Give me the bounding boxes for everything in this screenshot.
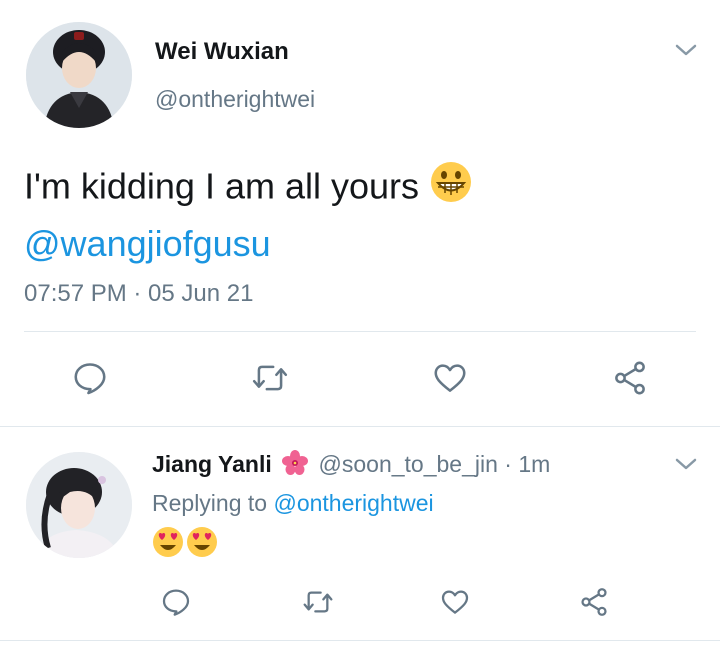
reply-icon bbox=[162, 589, 190, 616]
avatar-image bbox=[26, 22, 132, 128]
like-button[interactable] bbox=[428, 356, 472, 400]
reply-header: Jiang Yanli @soon_to_be_jin · 1m bbox=[152, 450, 550, 482]
like-button[interactable] bbox=[433, 580, 477, 624]
tweet-text: I'm kidding I am all yours @wangjiofgusu bbox=[24, 160, 684, 270]
display-name[interactable]: Wei Wuxian bbox=[155, 38, 289, 66]
relative-time[interactable]: · 1m bbox=[504, 451, 550, 477]
display-name[interactable]: Jiang Yanli bbox=[152, 451, 272, 477]
reply-button[interactable] bbox=[154, 580, 198, 624]
heart-eyes-emoji bbox=[186, 526, 218, 560]
retweet-icon bbox=[252, 365, 288, 391]
like-icon bbox=[434, 364, 466, 392]
share-button[interactable] bbox=[572, 580, 616, 624]
like-icon bbox=[441, 590, 469, 614]
divider bbox=[0, 640, 720, 641]
share-icon bbox=[581, 588, 607, 616]
heart-eyes-emoji bbox=[152, 526, 184, 560]
avatar[interactable] bbox=[26, 452, 132, 558]
replying-to: Replying to @ontherightwei bbox=[152, 490, 434, 517]
mention-link[interactable]: @ontherightwei bbox=[273, 490, 433, 516]
avatar-image bbox=[26, 452, 132, 558]
hibiscus-icon bbox=[282, 450, 309, 482]
divider bbox=[24, 331, 696, 332]
share-button[interactable] bbox=[608, 356, 652, 400]
avatar[interactable] bbox=[26, 22, 132, 128]
reply-icon bbox=[74, 363, 106, 395]
main-tweet: Wei Wuxian @ontherightwei I'm kidding I … bbox=[0, 0, 720, 425]
reply-text bbox=[152, 526, 218, 560]
chevron-down-icon[interactable] bbox=[674, 42, 698, 58]
user-handle[interactable]: @soon_to_be_jin bbox=[319, 451, 498, 477]
chevron-down-icon[interactable] bbox=[674, 456, 698, 472]
timestamp[interactable]: 07:57 PM · 05 Jun 21 bbox=[24, 280, 253, 308]
retweet-button[interactable] bbox=[248, 356, 292, 400]
retweet-button[interactable] bbox=[296, 580, 340, 624]
reply-button[interactable] bbox=[68, 356, 112, 400]
divider bbox=[0, 426, 720, 427]
user-handle[interactable]: @ontherightwei bbox=[155, 86, 315, 113]
share-icon bbox=[615, 361, 645, 395]
retweet-icon bbox=[303, 591, 333, 613]
tweet-body: I'm kidding I am all yours bbox=[24, 165, 420, 207]
mention-link[interactable]: @wangjiofgusu bbox=[24, 223, 271, 264]
grinning-face-icon bbox=[429, 160, 473, 218]
replying-prefix: Replying to bbox=[152, 490, 268, 516]
